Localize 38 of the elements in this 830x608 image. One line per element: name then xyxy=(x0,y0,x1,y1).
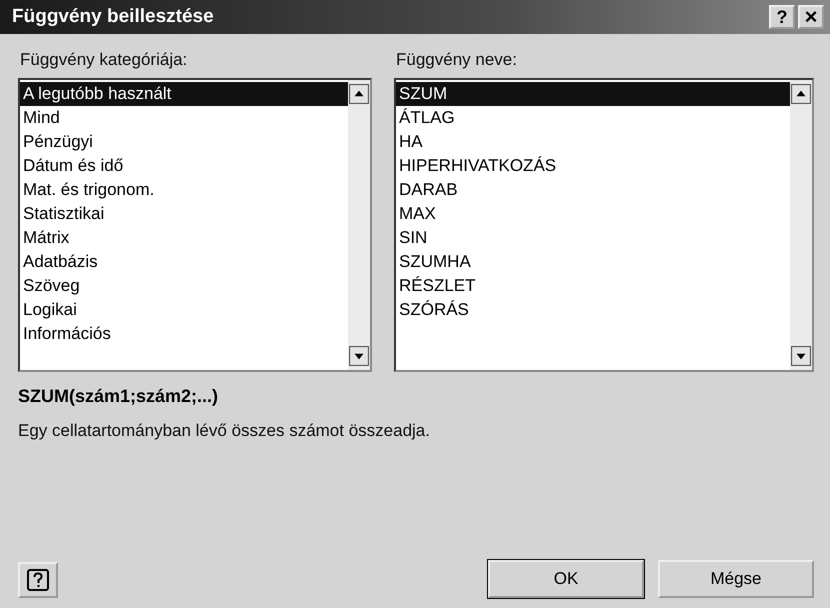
dialog-button[interactable]: OK xyxy=(488,560,644,598)
list-item[interactable]: Mat. és trigonom. xyxy=(20,178,348,202)
function-description: Egy cellatartományban lévő összes számot összeadja. xyxy=(18,421,431,441)
dialog-button[interactable]: Mégse xyxy=(658,560,814,598)
list-item[interactable]: Adatbázis xyxy=(20,250,348,274)
list-item[interactable]: DARAB xyxy=(396,178,790,202)
scroll-up-icon[interactable] xyxy=(349,84,369,104)
list-item[interactable]: A legutóbb használt xyxy=(20,82,348,106)
list-item[interactable]: Logikai xyxy=(20,298,348,322)
window-title: Függvény beillesztése xyxy=(12,6,214,28)
scroll-up-icon[interactable] xyxy=(791,84,811,104)
list-item[interactable]: Mind xyxy=(20,106,348,130)
list-item[interactable]: SZÓRÁS xyxy=(396,298,790,322)
help-button[interactable] xyxy=(18,562,58,598)
list-item[interactable]: SZUMHA xyxy=(396,250,790,274)
list-label: Függvény neve: xyxy=(396,50,518,70)
help-button[interactable]: ? xyxy=(769,5,795,29)
list-item[interactable]: Információs xyxy=(20,322,348,346)
scroll-down-icon[interactable] xyxy=(791,346,811,366)
help-icon xyxy=(26,568,50,592)
scrollbar[interactable] xyxy=(790,80,812,370)
list-item[interactable]: Szöveg xyxy=(20,274,348,298)
list-item[interactable]: Dátum és idő xyxy=(20,154,348,178)
scrollbar[interactable] xyxy=(348,80,370,370)
scroll-down-icon[interactable] xyxy=(349,346,369,366)
list-item[interactable]: Mátrix xyxy=(20,226,348,250)
list-label: Függvény kategóriája: xyxy=(20,50,188,70)
list-item[interactable]: RÉSZLET xyxy=(396,274,790,298)
close-button[interactable]: × xyxy=(798,5,824,29)
list-item[interactable]: HA xyxy=(396,130,790,154)
list-item[interactable]: MAX xyxy=(396,202,790,226)
list-item[interactable]: SIN xyxy=(396,226,790,250)
list-item[interactable]: Statisztikai xyxy=(20,202,348,226)
list-item[interactable]: ÁTLAG xyxy=(396,106,790,130)
list-item[interactable]: HIPERHIVATKOZÁS xyxy=(396,154,790,178)
list-item[interactable]: Pénzügyi xyxy=(20,130,348,154)
list-item[interactable]: SZUM xyxy=(396,82,790,106)
function-syntax: SZUM(szám1;szám2;...) xyxy=(18,386,220,407)
